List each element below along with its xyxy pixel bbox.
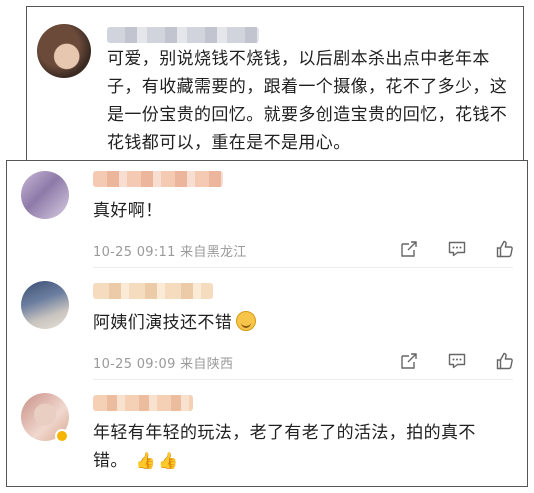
divider bbox=[93, 379, 513, 380]
username-redacted[interactable] bbox=[93, 395, 193, 411]
comment-actions bbox=[399, 351, 515, 371]
comment-text: 阿姨们演技还不错 bbox=[93, 313, 233, 333]
avatar[interactable] bbox=[37, 24, 91, 78]
comment-location: 来自陕西 bbox=[180, 357, 234, 372]
like-icon[interactable] bbox=[495, 239, 515, 259]
like-icon[interactable] bbox=[495, 351, 515, 371]
thumbs-up-emoji: 👍 bbox=[157, 451, 179, 470]
top-comment-card: 可爱，别说烧钱不烧钱，以后剧本杀出点中老年本子，有收藏需要的，跟着一个摄像，花不… bbox=[26, 6, 524, 164]
share-icon[interactable] bbox=[399, 239, 419, 259]
username-redacted[interactable] bbox=[93, 171, 223, 187]
comment-text: 真好啊！ bbox=[93, 201, 163, 221]
username-redacted[interactable] bbox=[107, 27, 259, 43]
divider bbox=[93, 267, 513, 268]
comment-list: 真好啊！ 10-25 09:11 来自黑龙江 阿姨们演技还不错 10-25 09… bbox=[6, 160, 528, 487]
avatar[interactable] bbox=[21, 281, 69, 329]
avatar[interactable] bbox=[21, 171, 69, 219]
comment-time: 10-25 09:09 bbox=[93, 357, 176, 372]
comment-text-wrap: 阿姨们演技还不错 bbox=[93, 309, 513, 337]
comment-icon[interactable] bbox=[447, 239, 467, 259]
comment-actions bbox=[399, 239, 515, 259]
comment-text-wrap: 年轻有年轻的玩法，老了有老了的活法，拍的真不错。 👍 👍 bbox=[93, 419, 503, 475]
username-redacted[interactable] bbox=[93, 283, 213, 299]
comment-meta: 10-25 09:09 来自陕西 bbox=[93, 353, 233, 372]
thumbs-up-emoji: 👍 bbox=[135, 451, 156, 470]
comment-location: 来自黑龙江 bbox=[180, 245, 247, 260]
share-icon[interactable] bbox=[399, 351, 419, 371]
comment-icon[interactable] bbox=[447, 351, 467, 371]
comment-time: 10-25 09:11 bbox=[93, 245, 176, 260]
smiling-face-emoji bbox=[236, 311, 257, 331]
comment-text: 可爱，别说烧钱不烧钱，以后剧本杀出点中老年本子，有收藏需要的，跟着一个摄像，花不… bbox=[107, 49, 508, 153]
comment-meta: 10-25 09:11 来自黑龙江 bbox=[93, 241, 247, 260]
verified-badge-icon bbox=[55, 429, 69, 443]
